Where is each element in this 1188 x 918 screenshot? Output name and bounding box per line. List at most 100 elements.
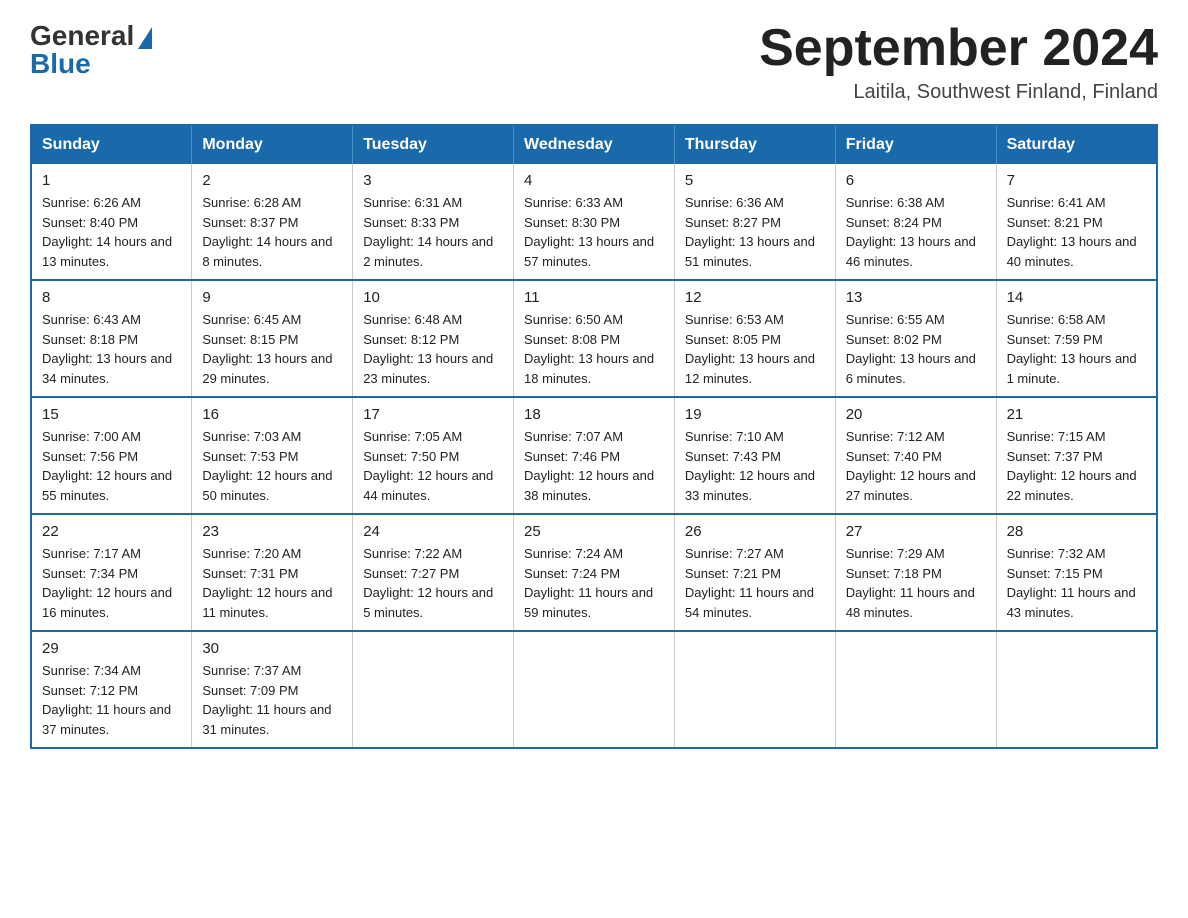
sunset-text: Sunset: 7:56 PM — [42, 449, 138, 464]
day-number: 22 — [42, 523, 181, 540]
calendar-cell: 2 Sunrise: 6:28 AM Sunset: 8:37 PM Dayli… — [192, 164, 353, 280]
day-number: 1 — [42, 172, 181, 189]
calendar-cell: 10 Sunrise: 6:48 AM Sunset: 8:12 PM Dayl… — [353, 280, 514, 397]
sunrise-text: Sunrise: 7:10 AM — [685, 429, 784, 444]
day-info: Sunrise: 7:29 AM Sunset: 7:18 PM Dayligh… — [846, 544, 986, 622]
daylight-text: Daylight: 11 hours and 54 minutes. — [685, 585, 814, 620]
day-info: Sunrise: 7:27 AM Sunset: 7:21 PM Dayligh… — [685, 544, 825, 622]
sunrise-text: Sunrise: 6:43 AM — [42, 312, 141, 327]
daylight-text: Daylight: 12 hours and 5 minutes. — [363, 585, 493, 620]
calendar-table: SundayMondayTuesdayWednesdayThursdayFrid… — [30, 124, 1158, 749]
weekday-header-row: SundayMondayTuesdayWednesdayThursdayFrid… — [31, 125, 1157, 164]
logo-blue-text: Blue — [30, 48, 91, 80]
sunset-text: Sunset: 8:21 PM — [1007, 215, 1103, 230]
sunset-text: Sunset: 8:08 PM — [524, 332, 620, 347]
daylight-text: Daylight: 11 hours and 48 minutes. — [846, 585, 975, 620]
sunrise-text: Sunrise: 7:17 AM — [42, 546, 141, 561]
day-number: 11 — [524, 289, 664, 306]
calendar-cell: 15 Sunrise: 7:00 AM Sunset: 7:56 PM Dayl… — [31, 397, 192, 514]
day-info: Sunrise: 6:53 AM Sunset: 8:05 PM Dayligh… — [685, 310, 825, 388]
calendar-cell: 1 Sunrise: 6:26 AM Sunset: 8:40 PM Dayli… — [31, 164, 192, 280]
day-number: 8 — [42, 289, 181, 306]
daylight-text: Daylight: 13 hours and 34 minutes. — [42, 351, 172, 386]
day-info: Sunrise: 6:50 AM Sunset: 8:08 PM Dayligh… — [524, 310, 664, 388]
daylight-text: Daylight: 13 hours and 12 minutes. — [685, 351, 815, 386]
calendar-week-row: 22 Sunrise: 7:17 AM Sunset: 7:34 PM Dayl… — [31, 514, 1157, 631]
calendar-header: SundayMondayTuesdayWednesdayThursdayFrid… — [31, 125, 1157, 164]
daylight-text: Daylight: 12 hours and 16 minutes. — [42, 585, 172, 620]
day-info: Sunrise: 7:32 AM Sunset: 7:15 PM Dayligh… — [1007, 544, 1146, 622]
calendar-cell — [996, 631, 1157, 748]
calendar-week-row: 1 Sunrise: 6:26 AM Sunset: 8:40 PM Dayli… — [31, 164, 1157, 280]
sunset-text: Sunset: 7:18 PM — [846, 566, 942, 581]
daylight-text: Daylight: 11 hours and 31 minutes. — [202, 702, 331, 737]
calendar-cell: 29 Sunrise: 7:34 AM Sunset: 7:12 PM Dayl… — [31, 631, 192, 748]
day-number: 16 — [202, 406, 342, 423]
sunrise-text: Sunrise: 6:45 AM — [202, 312, 301, 327]
daylight-text: Daylight: 12 hours and 44 minutes. — [363, 468, 493, 503]
sunrise-text: Sunrise: 7:12 AM — [846, 429, 945, 444]
daylight-text: Daylight: 13 hours and 29 minutes. — [202, 351, 332, 386]
logo: General Blue — [30, 20, 152, 80]
day-info: Sunrise: 7:10 AM Sunset: 7:43 PM Dayligh… — [685, 427, 825, 505]
day-info: Sunrise: 6:26 AM Sunset: 8:40 PM Dayligh… — [42, 193, 181, 271]
calendar-cell: 4 Sunrise: 6:33 AM Sunset: 8:30 PM Dayli… — [514, 164, 675, 280]
day-number: 20 — [846, 406, 986, 423]
day-number: 30 — [202, 640, 342, 657]
calendar-cell: 28 Sunrise: 7:32 AM Sunset: 7:15 PM Dayl… — [996, 514, 1157, 631]
sunset-text: Sunset: 8:18 PM — [42, 332, 138, 347]
sunset-text: Sunset: 8:15 PM — [202, 332, 298, 347]
day-info: Sunrise: 7:05 AM Sunset: 7:50 PM Dayligh… — [363, 427, 503, 505]
calendar-cell: 3 Sunrise: 6:31 AM Sunset: 8:33 PM Dayli… — [353, 164, 514, 280]
calendar-cell: 20 Sunrise: 7:12 AM Sunset: 7:40 PM Dayl… — [835, 397, 996, 514]
sunrise-text: Sunrise: 6:50 AM — [524, 312, 623, 327]
day-number: 13 — [846, 289, 986, 306]
calendar-cell — [514, 631, 675, 748]
day-info: Sunrise: 6:55 AM Sunset: 8:02 PM Dayligh… — [846, 310, 986, 388]
calendar-cell: 7 Sunrise: 6:41 AM Sunset: 8:21 PM Dayli… — [996, 164, 1157, 280]
sunrise-text: Sunrise: 7:03 AM — [202, 429, 301, 444]
sunset-text: Sunset: 8:40 PM — [42, 215, 138, 230]
calendar-cell: 13 Sunrise: 6:55 AM Sunset: 8:02 PM Dayl… — [835, 280, 996, 397]
day-number: 25 — [524, 523, 664, 540]
calendar-cell: 12 Sunrise: 6:53 AM Sunset: 8:05 PM Dayl… — [674, 280, 835, 397]
daylight-text: Daylight: 14 hours and 13 minutes. — [42, 234, 172, 269]
calendar-cell: 24 Sunrise: 7:22 AM Sunset: 7:27 PM Dayl… — [353, 514, 514, 631]
sunset-text: Sunset: 7:53 PM — [202, 449, 298, 464]
day-number: 4 — [524, 172, 664, 189]
sunrise-text: Sunrise: 6:55 AM — [846, 312, 945, 327]
day-number: 19 — [685, 406, 825, 423]
day-info: Sunrise: 6:28 AM Sunset: 8:37 PM Dayligh… — [202, 193, 342, 271]
sunrise-text: Sunrise: 6:36 AM — [685, 195, 784, 210]
calendar-cell: 27 Sunrise: 7:29 AM Sunset: 7:18 PM Dayl… — [835, 514, 996, 631]
sunrise-text: Sunrise: 6:28 AM — [202, 195, 301, 210]
calendar-cell: 5 Sunrise: 6:36 AM Sunset: 8:27 PM Dayli… — [674, 164, 835, 280]
day-number: 18 — [524, 406, 664, 423]
day-info: Sunrise: 7:15 AM Sunset: 7:37 PM Dayligh… — [1007, 427, 1146, 505]
sunrise-text: Sunrise: 6:53 AM — [685, 312, 784, 327]
day-info: Sunrise: 6:33 AM Sunset: 8:30 PM Dayligh… — [524, 193, 664, 271]
calendar-cell: 8 Sunrise: 6:43 AM Sunset: 8:18 PM Dayli… — [31, 280, 192, 397]
daylight-text: Daylight: 12 hours and 55 minutes. — [42, 468, 172, 503]
sunset-text: Sunset: 7:43 PM — [685, 449, 781, 464]
day-info: Sunrise: 6:41 AM Sunset: 8:21 PM Dayligh… — [1007, 193, 1146, 271]
calendar-cell: 17 Sunrise: 7:05 AM Sunset: 7:50 PM Dayl… — [353, 397, 514, 514]
weekday-header-saturday: Saturday — [996, 125, 1157, 164]
calendar-week-row: 8 Sunrise: 6:43 AM Sunset: 8:18 PM Dayli… — [31, 280, 1157, 397]
calendar-week-row: 15 Sunrise: 7:00 AM Sunset: 7:56 PM Dayl… — [31, 397, 1157, 514]
sunrise-text: Sunrise: 6:48 AM — [363, 312, 462, 327]
calendar-cell: 6 Sunrise: 6:38 AM Sunset: 8:24 PM Dayli… — [835, 164, 996, 280]
calendar-cell: 26 Sunrise: 7:27 AM Sunset: 7:21 PM Dayl… — [674, 514, 835, 631]
sunrise-text: Sunrise: 7:22 AM — [363, 546, 462, 561]
day-number: 14 — [1007, 289, 1146, 306]
calendar-cell: 11 Sunrise: 6:50 AM Sunset: 8:08 PM Dayl… — [514, 280, 675, 397]
day-info: Sunrise: 7:12 AM Sunset: 7:40 PM Dayligh… — [846, 427, 986, 505]
sunset-text: Sunset: 7:31 PM — [202, 566, 298, 581]
sunset-text: Sunset: 7:34 PM — [42, 566, 138, 581]
sunrise-text: Sunrise: 7:24 AM — [524, 546, 623, 561]
sunrise-text: Sunrise: 7:37 AM — [202, 663, 301, 678]
sunrise-text: Sunrise: 7:15 AM — [1007, 429, 1106, 444]
day-info: Sunrise: 7:20 AM Sunset: 7:31 PM Dayligh… — [202, 544, 342, 622]
calendar-cell: 22 Sunrise: 7:17 AM Sunset: 7:34 PM Dayl… — [31, 514, 192, 631]
sunset-text: Sunset: 7:40 PM — [846, 449, 942, 464]
